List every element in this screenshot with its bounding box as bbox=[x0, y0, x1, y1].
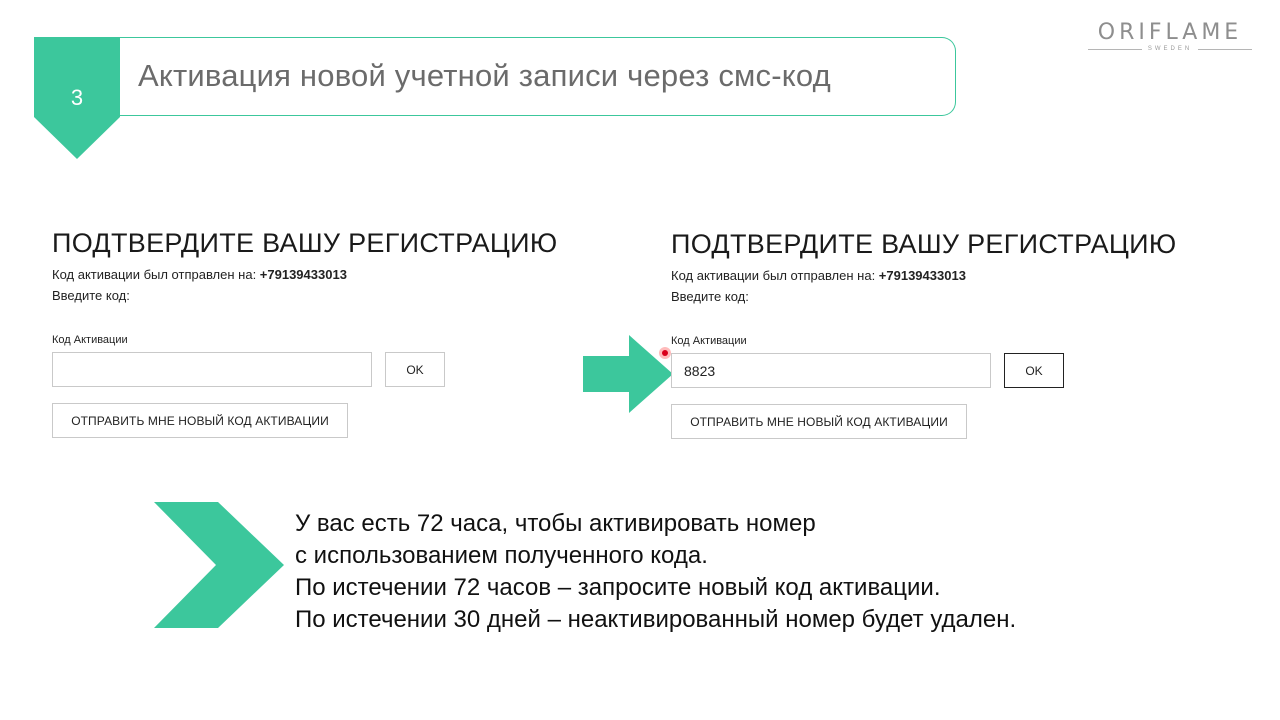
activation-code-input[interactable] bbox=[671, 353, 991, 388]
confirm-form-empty: ПОДТВЕРДИТЕ ВАШУ РЕГИСТРАЦИЮ Код активац… bbox=[52, 228, 592, 438]
form-heading: ПОДТВЕРДИТЕ ВАШУ РЕГИСТРАЦИЮ bbox=[52, 228, 558, 258]
logo-rule-left bbox=[1088, 48, 1142, 50]
activation-code-label: Код Активации bbox=[671, 335, 747, 347]
info-message: У вас есть 72 часа, чтобы активировать н… bbox=[295, 508, 1195, 636]
logo-subtitle: SWEDEN bbox=[1147, 46, 1193, 52]
arrow-right-icon bbox=[583, 335, 673, 418]
info-line: У вас есть 72 часа, чтобы активировать н… bbox=[295, 510, 816, 537]
resend-code-button[interactable]: ОТПРАВИТЬ МНЕ НОВЫЙ КОД АКТИВАЦИИ bbox=[671, 404, 967, 439]
step-number: 3 bbox=[70, 85, 84, 110]
logo-rule-right bbox=[1198, 48, 1252, 50]
click-cursor-icon bbox=[659, 347, 671, 359]
confirm-form-filled: ПОДТВЕРДИТЕ ВАШУ РЕГИСТРАЦИЮ Код активац… bbox=[671, 229, 1211, 439]
resend-code-button[interactable]: ОТПРАВИТЬ МНЕ НОВЫЙ КОД АКТИВАЦИИ bbox=[52, 403, 348, 438]
ok-button[interactable]: OK bbox=[385, 352, 445, 387]
sent-to-text: Код активации был отправлен на: +7913943… bbox=[52, 267, 347, 282]
activation-code-input[interactable] bbox=[52, 352, 372, 387]
logo-wordmark: ORIFLAME bbox=[1097, 20, 1243, 45]
enter-code-text: Введите код: bbox=[52, 288, 130, 303]
sent-to-text: Код активации был отправлен на: +7913943… bbox=[671, 268, 966, 283]
step-badge: 3 bbox=[34, 37, 120, 159]
enter-code-text: Введите код: bbox=[671, 289, 749, 304]
phone-number: +79139433013 bbox=[259, 267, 347, 282]
info-line: По истечении 30 дней – неактивированный … bbox=[295, 606, 1017, 633]
form-heading: ПОДТВЕРДИТЕ ВАШУ РЕГИСТРАЦИЮ bbox=[671, 229, 1177, 259]
chevron-right-icon bbox=[154, 502, 284, 633]
page-title: Активация новой учетной записи через смс… bbox=[138, 58, 831, 93]
activation-code-label: Код Активации bbox=[52, 334, 128, 346]
ok-button[interactable]: OK bbox=[1004, 353, 1064, 388]
phone-number: +79139433013 bbox=[878, 268, 966, 283]
info-line: По истечении 72 часов – запросите новый … bbox=[295, 574, 941, 601]
info-line: с использованием полученного кода. bbox=[295, 542, 708, 569]
brand-logo: ORIFLAME SWEDEN bbox=[1088, 20, 1252, 52]
